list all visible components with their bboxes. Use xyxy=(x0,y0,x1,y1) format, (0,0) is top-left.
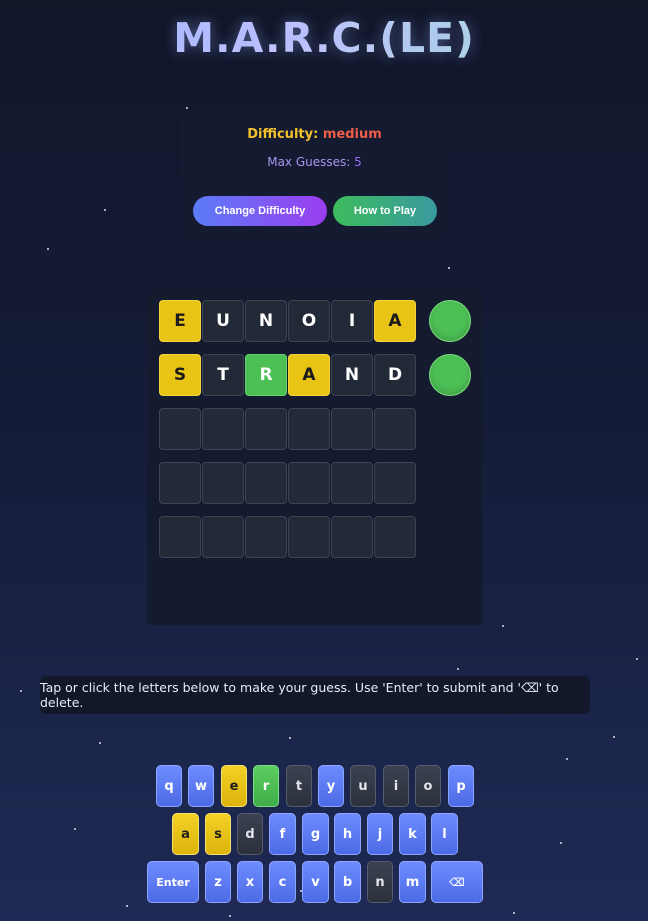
star xyxy=(186,107,188,109)
row-status-indicator xyxy=(429,300,471,342)
board-tile: T xyxy=(202,354,244,396)
key-j[interactable]: j xyxy=(367,813,393,855)
key-t[interactable]: t xyxy=(286,765,312,807)
enter-key[interactable]: Enter xyxy=(147,861,199,903)
board-tile xyxy=(288,462,330,504)
key-q[interactable]: q xyxy=(156,765,182,807)
star xyxy=(229,915,231,917)
board-tile xyxy=(202,408,244,450)
board-tile: O xyxy=(288,300,330,342)
game-board: EUNOIASTRAND xyxy=(147,289,483,625)
row-status-indicator xyxy=(429,354,471,396)
settings-panel: Difficulty: medium Max Guesses: 5 Change… xyxy=(181,112,448,238)
star xyxy=(448,267,450,269)
key-h[interactable]: h xyxy=(334,813,361,855)
board-tile xyxy=(288,408,330,450)
board-tile: S xyxy=(159,354,201,396)
key-s[interactable]: s xyxy=(205,813,231,855)
board-tile xyxy=(202,462,244,504)
max-guesses-value: 5 xyxy=(354,155,362,169)
star xyxy=(457,668,459,670)
key-f[interactable]: f xyxy=(269,813,296,855)
change-difficulty-button[interactable]: Change Difficulty xyxy=(193,196,327,226)
key-e[interactable]: e xyxy=(221,765,247,807)
key-g[interactable]: g xyxy=(302,813,329,855)
board-tile xyxy=(245,462,287,504)
key-z[interactable]: z xyxy=(205,861,231,903)
board-tile: R xyxy=(245,354,287,396)
star xyxy=(613,736,615,738)
board-tile xyxy=(331,516,373,558)
star xyxy=(74,828,76,830)
board-tile xyxy=(374,462,416,504)
board-tile: N xyxy=(245,300,287,342)
star xyxy=(47,248,49,250)
key-i[interactable]: i xyxy=(383,765,409,807)
key-a[interactable]: a xyxy=(172,813,199,855)
key-r[interactable]: r xyxy=(253,765,279,807)
board-tile: I xyxy=(331,300,373,342)
board-tile: U xyxy=(202,300,244,342)
board-tile xyxy=(288,516,330,558)
key-x[interactable]: x xyxy=(237,861,263,903)
max-guesses-line: Max Guesses: 5 xyxy=(181,155,448,169)
key-w[interactable]: w xyxy=(188,765,214,807)
board-tile xyxy=(202,516,244,558)
key-l[interactable]: l xyxy=(431,813,458,855)
board-tile xyxy=(245,516,287,558)
star xyxy=(126,905,128,907)
star xyxy=(104,209,106,211)
board-tile xyxy=(331,462,373,504)
board-tile xyxy=(159,516,201,558)
key-o[interactable]: o xyxy=(415,765,441,807)
key-k[interactable]: k xyxy=(399,813,426,855)
board-tile xyxy=(374,408,416,450)
board-tile xyxy=(159,408,201,450)
difficulty-line: Difficulty: medium xyxy=(181,127,448,142)
board-tile: N xyxy=(331,354,373,396)
board-tile: A xyxy=(374,300,416,342)
board-tile xyxy=(159,462,201,504)
key-p[interactable]: p xyxy=(448,765,474,807)
app-title: M.A.R.C.(LE) xyxy=(0,14,648,62)
board-tile: E xyxy=(159,300,201,342)
board-tile xyxy=(374,516,416,558)
key-n[interactable]: n xyxy=(367,861,393,903)
key-d[interactable]: d xyxy=(237,813,263,855)
how-to-play-button[interactable]: How to Play xyxy=(333,196,437,226)
key-m[interactable]: m xyxy=(399,861,426,903)
key-c[interactable]: c xyxy=(269,861,296,903)
star xyxy=(20,690,22,692)
max-guesses-label: Max Guesses: xyxy=(267,155,351,169)
key-b[interactable]: b xyxy=(334,861,361,903)
difficulty-label: Difficulty: xyxy=(247,127,319,142)
board-tile xyxy=(331,408,373,450)
backspace-key[interactable]: ⌫ xyxy=(431,861,483,903)
star xyxy=(566,758,568,760)
star xyxy=(560,842,562,844)
star xyxy=(636,658,638,660)
key-u[interactable]: u xyxy=(350,765,376,807)
star xyxy=(99,742,101,744)
key-y[interactable]: y xyxy=(318,765,344,807)
star xyxy=(513,912,515,914)
star xyxy=(289,737,291,739)
board-tile: A xyxy=(288,354,330,396)
key-v[interactable]: v xyxy=(302,861,329,903)
star xyxy=(502,625,504,627)
board-tile: D xyxy=(374,354,416,396)
board-tile xyxy=(245,408,287,450)
instructions-banner: Tap or click the letters below to make y… xyxy=(40,676,590,714)
difficulty-value: medium xyxy=(322,127,382,142)
